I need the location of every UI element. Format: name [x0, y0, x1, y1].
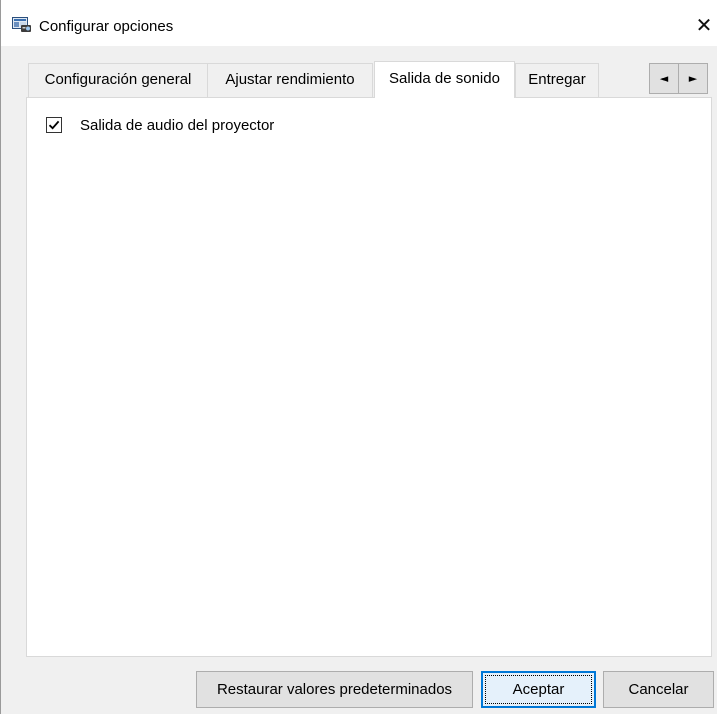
- tab-general-settings[interactable]: Configuración general: [28, 63, 208, 97]
- cancel-label: Cancelar: [628, 681, 689, 698]
- tab-adjust-performance[interactable]: Ajustar rendimiento: [207, 63, 373, 97]
- cancel-button[interactable]: Cancelar: [603, 671, 714, 708]
- accept-button[interactable]: Aceptar: [481, 671, 596, 708]
- audio-output-checkbox[interactable]: [46, 117, 62, 133]
- tab-sound-output[interactable]: Salida de sonido: [374, 61, 515, 98]
- tab-label: Configuración general: [44, 71, 192, 88]
- restore-defaults-button[interactable]: Restaurar valores predeterminados: [196, 671, 473, 708]
- tab-label: Entregar: [528, 71, 586, 88]
- tab-scroll-right-button[interactable]: ►: [678, 63, 708, 94]
- tab-label: Ajustar rendimiento: [225, 71, 355, 88]
- projector-settings-icon: [12, 17, 32, 33]
- window-title: Configurar opciones: [39, 18, 174, 35]
- restore-defaults-label: Restaurar valores predeterminados: [216, 681, 453, 698]
- tab-label: Salida de sonido: [389, 70, 500, 87]
- title-bar: Configurar opciones ✕: [1, 0, 717, 46]
- close-icon[interactable]: ✕: [693, 13, 715, 37]
- tab-scroll-left-button[interactable]: ◄: [649, 63, 679, 94]
- accept-label: Aceptar: [512, 681, 565, 698]
- tab-deliver[interactable]: Entregar: [515, 63, 599, 97]
- sound-output-panel: Salida de audio del proyector: [26, 97, 712, 657]
- audio-output-label: Salida de audio del proyector: [80, 117, 275, 134]
- configure-options-dialog: Configurar opciones ✕ Configuración gene…: [0, 0, 717, 714]
- arrow-left-icon: ◄: [659, 72, 669, 85]
- arrow-right-icon: ►: [688, 72, 698, 85]
- checkmark-icon: [48, 120, 60, 130]
